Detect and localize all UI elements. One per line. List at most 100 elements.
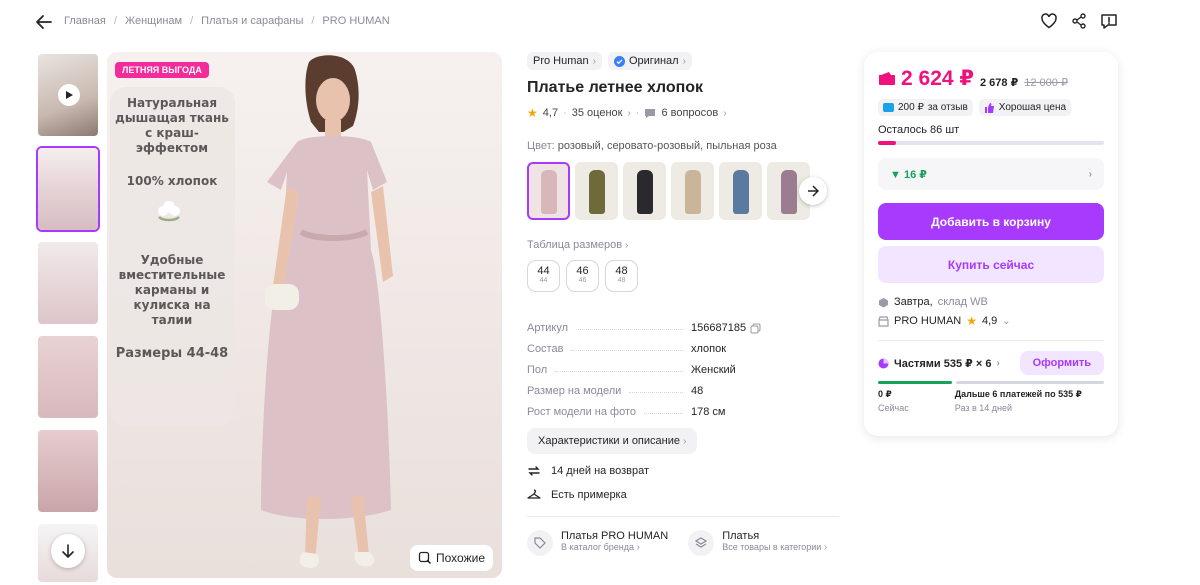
return-icon bbox=[528, 466, 540, 476]
box-icon bbox=[879, 297, 888, 307]
size-number: 46 bbox=[576, 265, 589, 277]
promo-badge: ЛЕТНЯЯ ВЫГОДА bbox=[115, 62, 209, 78]
promo-text-cotton: 100% хлопок bbox=[126, 174, 218, 188]
star-icon: ★ bbox=[527, 106, 538, 120]
category-link[interactable]: Платья Все товары в категории › bbox=[688, 530, 827, 556]
color-variant[interactable] bbox=[623, 162, 666, 220]
thumbnail-image[interactable] bbox=[36, 146, 100, 232]
thumbnail-video[interactable] bbox=[36, 52, 100, 138]
installments-button[interactable]: Оформить bbox=[1019, 351, 1104, 375]
color-variant[interactable] bbox=[671, 162, 714, 220]
color-variant[interactable] bbox=[575, 162, 618, 220]
size-option[interactable]: 46 46 bbox=[566, 260, 599, 292]
thumbnail-image[interactable] bbox=[36, 240, 100, 326]
product-info: Pro Human › Оригинал › Платье летнее хло… bbox=[527, 52, 839, 556]
star-icon: ★ bbox=[966, 314, 977, 328]
share-icon[interactable] bbox=[1070, 12, 1088, 30]
hanger-icon bbox=[527, 489, 541, 499]
promo-text-sizes: Размеры 44-48 bbox=[115, 346, 229, 361]
arrow-down-icon bbox=[62, 544, 74, 558]
brand-catalog-link[interactable]: Платья PRO HUMAN В каталог бренда › bbox=[527, 530, 668, 556]
breadcrumb-home[interactable]: Главная bbox=[64, 15, 106, 27]
scroll-down-button[interactable] bbox=[51, 534, 85, 568]
size-number: 48 bbox=[615, 265, 628, 277]
promo-text-fabric: Натуральная дышащая ткань с краш-эффекто… bbox=[115, 96, 229, 155]
breadcrumb-separator: / bbox=[190, 15, 194, 27]
color-label: Цвет: bbox=[527, 140, 555, 152]
chevron-right-icon: › bbox=[823, 542, 828, 553]
similar-label: Похожие bbox=[436, 551, 485, 565]
installments-label[interactable]: Частями 535 ₽ × 6 › bbox=[878, 357, 1000, 370]
size-ru: 46 bbox=[578, 277, 587, 284]
brand-chip[interactable]: Pro Human › bbox=[527, 52, 602, 70]
delivery-date: Завтра, bbox=[894, 296, 933, 308]
characteristics-button[interactable]: Характеристики и описание › bbox=[527, 428, 698, 454]
chevron-right-icon: › bbox=[625, 240, 629, 251]
thumbs-up-icon bbox=[984, 102, 994, 113]
stock-bar-fill bbox=[878, 141, 897, 145]
installments-info: 0 ₽ Сейчас Дальше 6 платежей по 535 ₽ Ра… bbox=[878, 389, 1104, 413]
shop-icon bbox=[878, 315, 889, 327]
product-title: Платье летнее хлопок bbox=[527, 79, 704, 96]
seller-rating: 4,9 bbox=[982, 315, 998, 327]
thumbnail-image[interactable] bbox=[36, 334, 100, 420]
installments-later-value: Дальше 6 платежей по 535 ₽ bbox=[954, 389, 1082, 399]
top-actions bbox=[1040, 12, 1118, 30]
promo-text-pockets: Удобные вместительные карманы и кулиска … bbox=[118, 253, 226, 327]
back-arrow-icon[interactable] bbox=[34, 12, 54, 32]
spec-value: 156687185 bbox=[691, 322, 747, 334]
search-similar-icon bbox=[418, 551, 432, 565]
breadcrumb-women[interactable]: Женщинам bbox=[125, 15, 182, 27]
colors-next-button[interactable] bbox=[799, 177, 827, 205]
original-chip[interactable]: Оригинал › bbox=[607, 52, 692, 70]
add-to-cart-button[interactable]: Добавить в корзину bbox=[878, 203, 1104, 240]
questions-link[interactable]: 6 вопросов bbox=[661, 107, 718, 119]
bonus-icon bbox=[883, 103, 894, 112]
price-card: 2 624 ₽ 2 678 ₽ 12 000 ₽ 200 ₽ за отзыв … bbox=[864, 52, 1118, 436]
stock-text: Осталось 86 шт bbox=[878, 124, 960, 136]
spec-key: Размер на модели bbox=[527, 385, 622, 397]
main-product-image[interactable]: ЛЕТНЯЯ ВЫГОДА Натуральная дышащая ткань … bbox=[107, 52, 502, 578]
spec-key: Артикул bbox=[527, 322, 569, 334]
color-value: розовый, серовато-розовый, пыльная роза bbox=[557, 140, 777, 152]
size-table-label: Таблица размеров bbox=[527, 239, 623, 251]
size-option[interactable]: 44 44 bbox=[527, 260, 560, 292]
size-ru: 44 bbox=[539, 277, 548, 284]
breadcrumb-dresses[interactable]: Платья и сарафаны bbox=[201, 15, 303, 27]
return-perk: 14 дней на возврат bbox=[527, 464, 839, 478]
reviews-link[interactable]: 35 оценок bbox=[572, 107, 623, 119]
chevron-down-icon: ⌄ bbox=[1002, 315, 1011, 327]
thumbnail-image[interactable] bbox=[36, 428, 100, 514]
discount-row[interactable]: ▼ 16 ₽ › bbox=[878, 158, 1104, 190]
size-table-link[interactable]: Таблица размеров › bbox=[527, 239, 839, 251]
price-old: 12 000 ₽ bbox=[1024, 77, 1068, 89]
color-variant[interactable] bbox=[719, 162, 762, 220]
review-bonus-badge: 200 ₽ за отзыв bbox=[878, 99, 973, 116]
spec-value: хлопок bbox=[691, 343, 727, 355]
spec-row: Размер на модели 48 bbox=[527, 376, 839, 397]
installments-text: Частями 535 ₽ × 6 bbox=[894, 357, 992, 370]
color-line: Цвет: розовый, серовато-розовый, пыльная… bbox=[527, 140, 839, 152]
color-variant[interactable] bbox=[527, 162, 570, 220]
copy-icon[interactable] bbox=[750, 323, 761, 334]
discount-value: 16 ₽ bbox=[903, 168, 927, 181]
spec-key: Состав bbox=[527, 343, 564, 355]
category-link-title: Платья bbox=[722, 530, 760, 542]
brand-name: Pro Human bbox=[533, 55, 589, 67]
chevron-right-icon: › bbox=[627, 107, 631, 119]
breadcrumb: Главная / Женщинам / Платья и сарафаны /… bbox=[64, 15, 390, 27]
heart-icon[interactable] bbox=[1040, 12, 1058, 30]
report-icon[interactable] bbox=[1100, 12, 1118, 30]
installments-later-label: Раз в 14 дней bbox=[954, 403, 1013, 413]
breadcrumb-brand[interactable]: PRO HUMAN bbox=[322, 15, 389, 27]
buy-now-button[interactable]: Купить сейчас bbox=[878, 246, 1104, 283]
rating-value: 4,7 bbox=[542, 107, 559, 119]
seller-link[interactable]: PRO HUMAN ★ 4,9 ⌄ bbox=[878, 314, 1104, 328]
spec-key: Пол bbox=[527, 364, 548, 376]
specs-table: Артикул 156687185 Состав хлопок Пол Женский… bbox=[527, 313, 839, 418]
size-option[interactable]: 48 48 bbox=[605, 260, 638, 292]
spec-value: Женский bbox=[691, 364, 736, 376]
breadcrumb-separator: / bbox=[311, 15, 315, 27]
arrow-right-icon bbox=[808, 185, 819, 197]
similar-button[interactable]: Похожие bbox=[410, 545, 493, 571]
